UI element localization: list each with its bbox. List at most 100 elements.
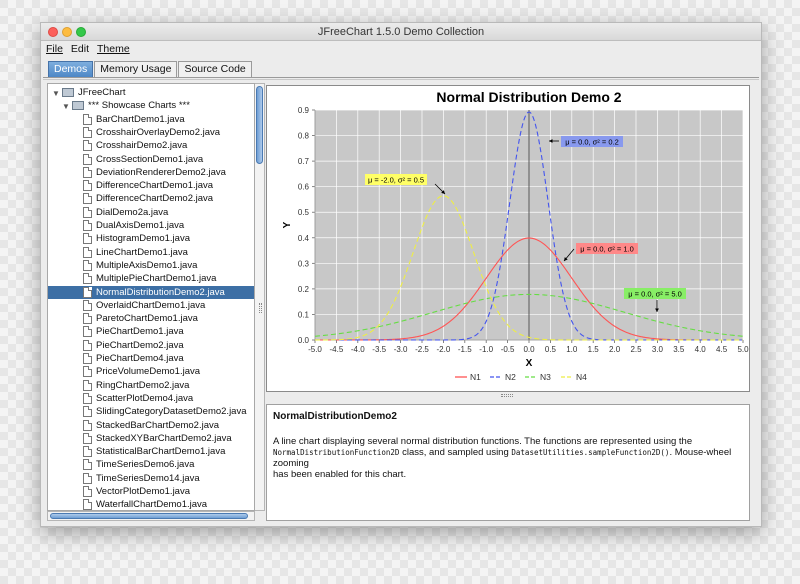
collapse-toggle-icon[interactable]: ▼: [62, 100, 70, 113]
file-icon: [83, 366, 92, 378]
tree-item-file[interactable]: ScatterPlotDemo4.java: [48, 392, 254, 405]
file-icon: [83, 406, 92, 418]
tree-vertical-scrollbar[interactable]: [255, 83, 265, 511]
tree-item-file[interactable]: RingChartDemo2.java: [48, 379, 254, 392]
tree-item-file[interactable]: StatisticalBarChartDemo1.java: [48, 445, 254, 458]
tree-item-label: DifferenceChartDemo2.java: [96, 193, 214, 205]
tree-item-file[interactable]: OverlaidChartDemo1.java: [48, 299, 254, 312]
tree-item-label: PieChartDemo1.java: [96, 326, 184, 338]
file-icon: [83, 313, 92, 325]
tree-item-label: DifferenceChartDemo1.java: [96, 180, 214, 192]
x-tick-label: -4.0: [351, 345, 365, 354]
tab-bar: Demos Memory Usage Source Code: [48, 61, 253, 77]
tree-item-label: JFreeChart: [78, 87, 126, 98]
demo-tree[interactable]: ▼ JFreeChart ▼ *** Showcase Charts *** BarCh…: [47, 83, 255, 511]
file-icon: [83, 246, 92, 258]
tab-demos[interactable]: Demos: [48, 61, 94, 77]
tree-item-file[interactable]: SlidingCategoryDatasetDemo2.java: [48, 405, 254, 418]
legend-label: N3: [540, 372, 551, 382]
x-tick-label: 2.0: [609, 345, 621, 354]
tree-item-file[interactable]: HistogramDemo1.java: [48, 232, 254, 245]
tree-item-file[interactable]: BarChartDemo1.java: [48, 113, 254, 126]
tree-item-file[interactable]: PieChartDemo4.java: [48, 352, 254, 365]
y-tick-label: 0.6: [298, 183, 310, 192]
tree-item-file[interactable]: WaterfallChartDemo1.java: [48, 498, 254, 511]
menu-theme[interactable]: Theme: [97, 43, 130, 55]
x-tick-label: -1.0: [479, 345, 493, 354]
file-icon: [83, 206, 92, 218]
file-icon: [83, 486, 92, 497]
tree-item-file[interactable]: PieChartDemo1.java: [48, 325, 254, 338]
x-tick-label: -0.5: [501, 345, 515, 354]
tree-vertical-scroll-thumb[interactable]: [256, 86, 263, 164]
y-tick-label: 0.8: [298, 132, 310, 141]
tree-item-file[interactable]: StackedBarChartDemo2.java: [48, 419, 254, 432]
tree-item-file[interactable]: DeviationRendererDemo2.java: [48, 166, 254, 179]
tab-source-code[interactable]: Source Code: [178, 61, 252, 77]
collapse-toggle-icon[interactable]: ▼: [52, 87, 60, 100]
y-tick-label: 0.2: [298, 285, 310, 294]
file-icon: [83, 446, 92, 458]
tree-item-file[interactable]: CrosshairDemo2.java: [48, 139, 254, 152]
description-body: A line chart displaying several normal d…: [273, 436, 743, 480]
tree-item-file[interactable]: DifferenceChartDemo1.java: [48, 179, 254, 192]
tree-item-file[interactable]: MultiplePieChartDemo1.java: [48, 272, 254, 285]
tree-item-label: PriceVolumeDemo1.java: [96, 366, 201, 378]
y-tick-label: 0.3: [298, 259, 310, 268]
x-tick-label: -5.0: [308, 345, 322, 354]
tree-item-file[interactable]: MultipleAxisDemo1.java: [48, 259, 254, 272]
y-tick-label: 0.0: [298, 336, 310, 345]
x-tick-label: -3.0: [394, 345, 408, 354]
file-icon: [83, 259, 92, 271]
window-title: JFreeChart 1.5.0 Demo Collection: [317, 26, 485, 38]
folder-icon: [62, 88, 74, 97]
file-icon: [83, 180, 92, 192]
file-icon: [83, 286, 92, 298]
x-tick-label: -4.5: [330, 345, 344, 354]
tree-item-file[interactable]: TimeSeriesDemo14.java: [48, 472, 254, 485]
tree-item-file[interactable]: TimeSeriesDemo6.java: [48, 458, 254, 471]
vertical-split-handle[interactable]: [259, 303, 262, 313]
horizontal-split-handle[interactable]: [501, 394, 513, 397]
x-tick-label: -3.5: [372, 345, 386, 354]
tree-item-file[interactable]: PriceVolumeDemo1.java: [48, 365, 254, 378]
x-tick-label: 1.0: [566, 345, 578, 354]
tree-item-file[interactable]: DifferenceChartDemo2.java: [48, 192, 254, 205]
file-icon: [83, 499, 92, 510]
annotation-label: μ = -2.0, σ² = 0.5: [368, 176, 424, 185]
normal-distribution-chart[interactable]: Normal Distribution Demo 2 0.0 0.1 0.2 0.3 0.…: [267, 86, 749, 391]
tree-group[interactable]: ▼ *** Showcase Charts ***: [48, 99, 254, 112]
file-icon: [83, 126, 92, 138]
tree-item-file[interactable]: PieChartDemo2.java: [48, 339, 254, 352]
chart-panel[interactable]: Normal Distribution Demo 2 0.0 0.1 0.2 0.3 0.…: [266, 85, 750, 392]
tree-item-label: OverlaidChartDemo1.java: [96, 299, 206, 311]
tree-item-file[interactable]: StackedXYBarChartDemo2.java: [48, 432, 254, 445]
x-tick-label: 1.5: [588, 345, 600, 354]
tree-item-file[interactable]: CrosshairOverlayDemo2.java: [48, 126, 254, 139]
file-icon: [83, 153, 92, 165]
tree-horizontal-scrollbar[interactable]: [47, 511, 255, 521]
tree-item-file[interactable]: ParetoChartDemo1.java: [48, 312, 254, 325]
file-icon: [83, 273, 92, 285]
menu-file[interactable]: File: [46, 43, 63, 55]
file-icon: [83, 193, 92, 205]
tree-item-label: WaterfallChartDemo1.java: [96, 499, 208, 511]
title-bar[interactable]: JFreeChart 1.5.0 Demo Collection: [41, 23, 761, 41]
tree-item-file[interactable]: VectorPlotDemo1.java: [48, 485, 254, 498]
y-tick-label: 0.9: [298, 106, 310, 115]
tree-root[interactable]: ▼ JFreeChart: [48, 86, 254, 99]
description-code-2: DatasetUtilities.sampleFunction2D(): [511, 448, 670, 457]
tree-item-label: StackedBarChartDemo2.java: [96, 419, 220, 431]
tab-memory-usage[interactable]: Memory Usage: [94, 61, 178, 77]
tree-item-file[interactable]: DialDemo2a.java: [48, 206, 254, 219]
tree-item-file[interactable]: LineChartDemo1.java: [48, 246, 254, 259]
x-tick-label: 0.5: [545, 345, 557, 354]
tree-item-file[interactable]: CrossSectionDemo1.java: [48, 153, 254, 166]
menu-edit[interactable]: Edit: [71, 43, 89, 55]
tree-horizontal-scroll-thumb[interactable]: [50, 513, 248, 519]
annotation-label: μ = 0.0, σ² = 5.0: [628, 290, 682, 299]
tree-item-file[interactable]: DualAxisDemo1.java: [48, 219, 254, 232]
tree-item-label: LineChartDemo1.java: [96, 246, 188, 258]
tree-item-label: ScatterPlotDemo4.java: [96, 392, 194, 404]
tree-item-file[interactable]: NormalDistributionDemo2.java: [48, 285, 254, 299]
